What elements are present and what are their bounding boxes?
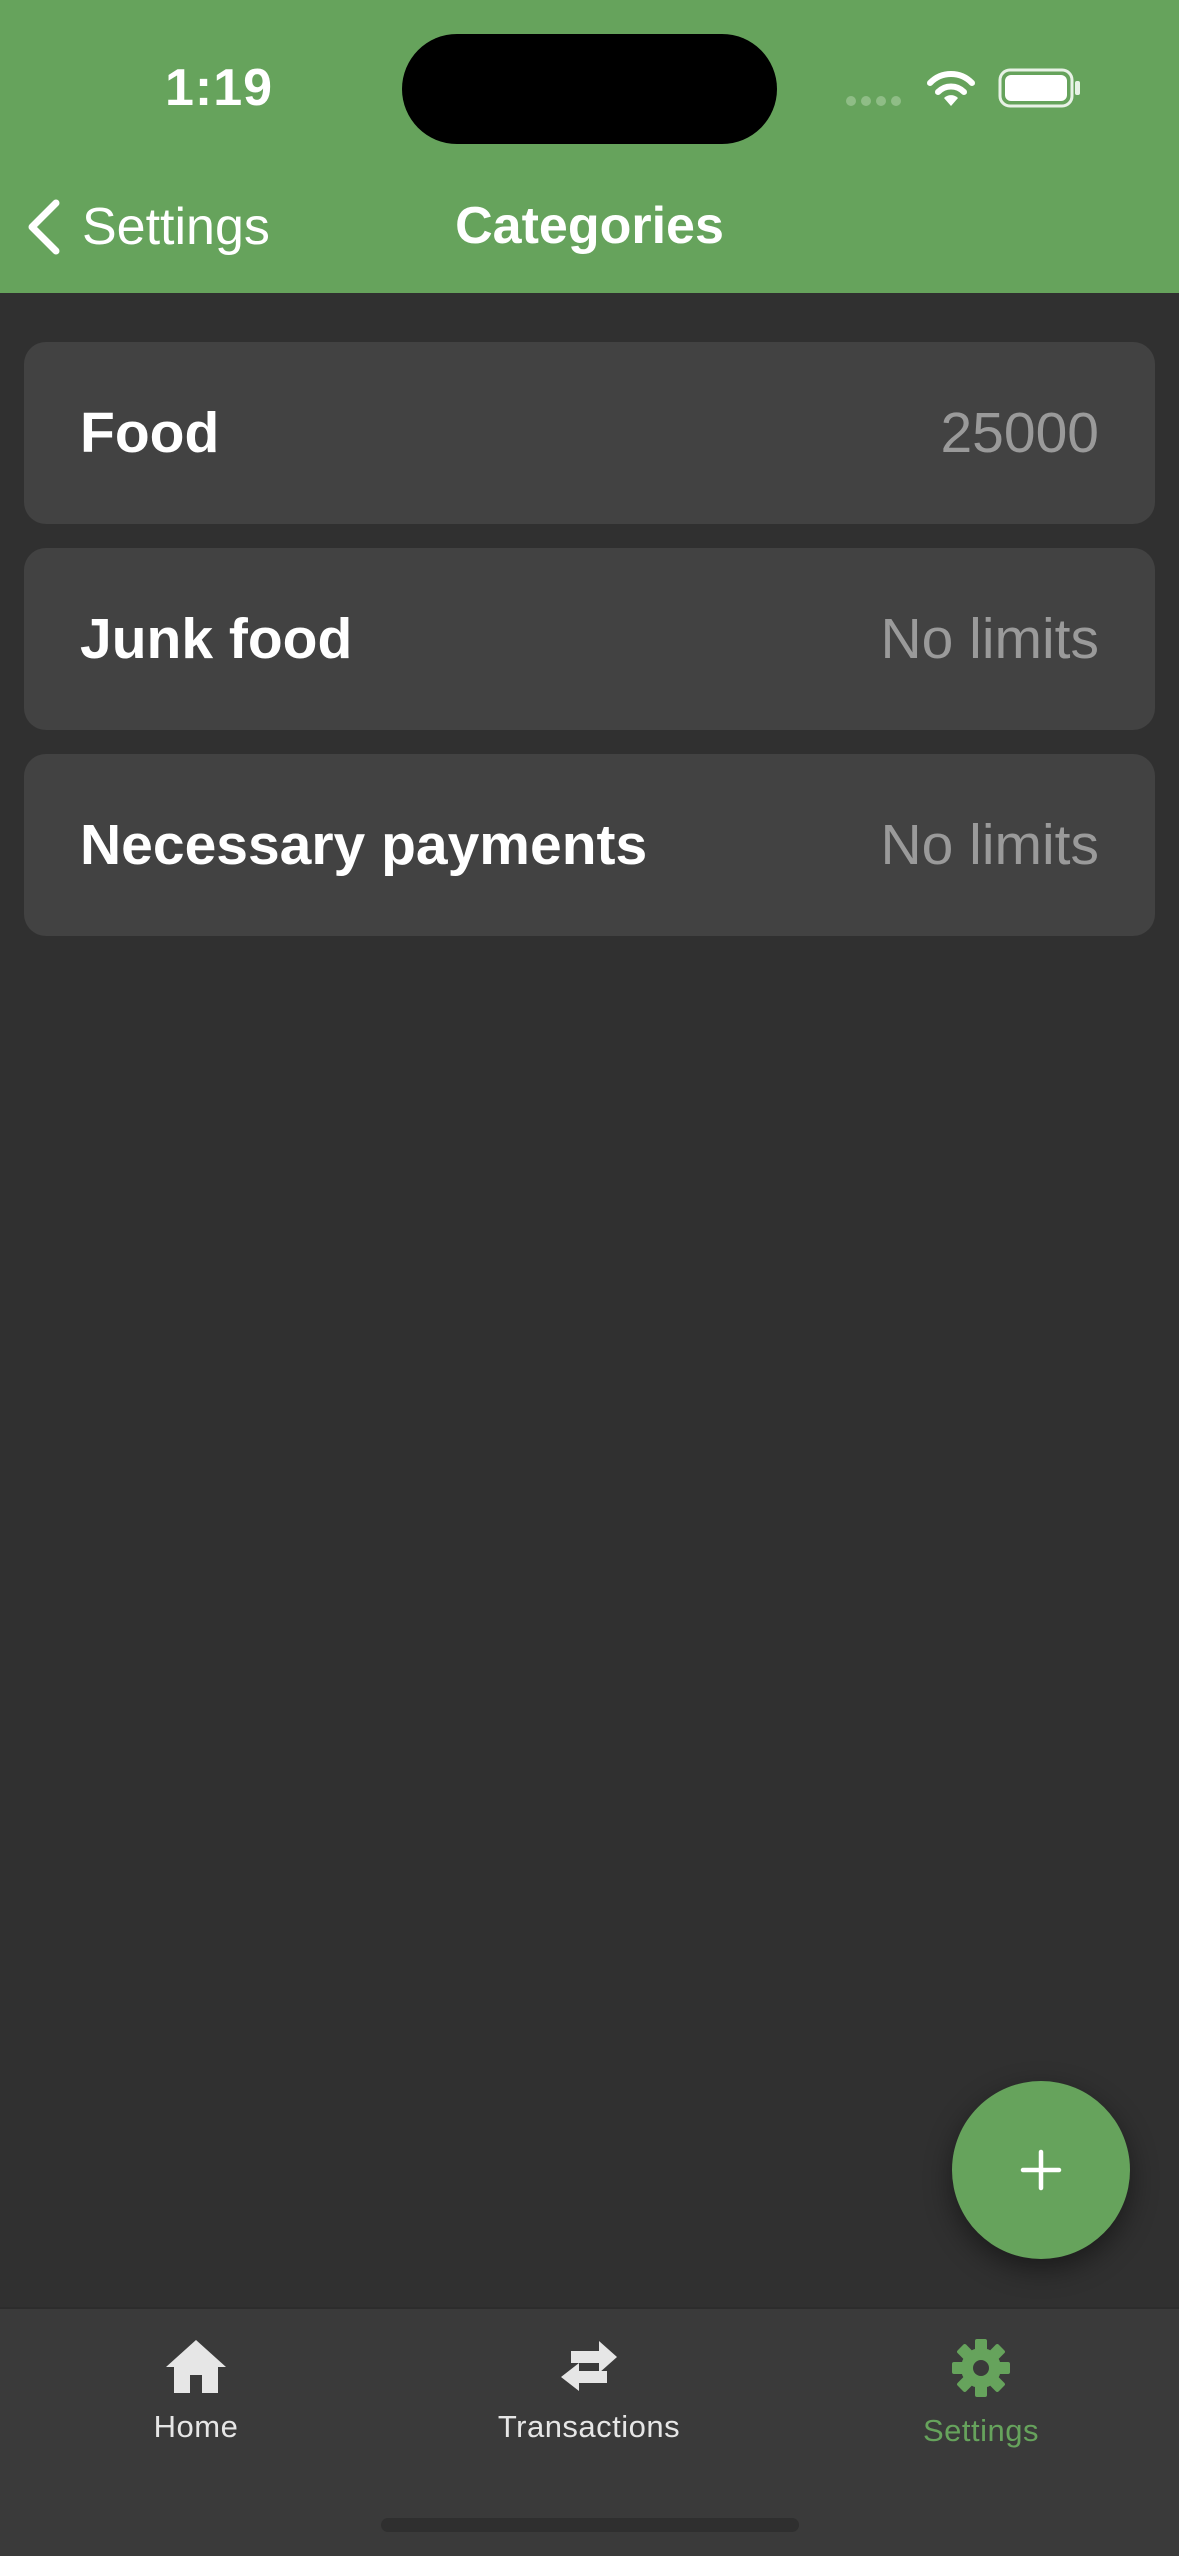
tab-settings[interactable]: Settings	[831, 2337, 1131, 2449]
category-limit: 25000	[940, 401, 1099, 465]
tab-label: Home	[153, 2409, 239, 2444]
gear-icon	[952, 2339, 1010, 2397]
tab-label: Transactions	[497, 2409, 681, 2444]
category-row[interactable]: Necessary payments No limits	[24, 754, 1155, 936]
category-row[interactable]: Food 25000	[24, 342, 1155, 524]
wifi-icon	[927, 71, 975, 106]
category-name: Junk food	[80, 607, 353, 671]
category-limit: No limits	[880, 607, 1099, 671]
home-indicator	[381, 2518, 799, 2532]
transfer-icon	[561, 2341, 617, 2391]
plus-icon	[1020, 2149, 1062, 2191]
tab-home[interactable]: Home	[46, 2337, 346, 2445]
battery-icon	[998, 68, 1080, 108]
header: 1:19 Settings Categories	[0, 0, 1179, 293]
page-title: Categories	[455, 197, 724, 255]
cellular-signal-icon	[846, 96, 901, 106]
category-name: Food	[80, 401, 220, 465]
home-icon	[166, 2340, 226, 2393]
screen: 1:19 Settings Categories Food 25000 Junk…	[0, 0, 1179, 2556]
category-limit: No limits	[880, 813, 1099, 877]
add-category-button[interactable]	[952, 2081, 1130, 2259]
status-time: 1:19	[165, 59, 274, 117]
dynamic-island	[402, 34, 777, 144]
category-list: Food 25000 Junk food No limits Necessary…	[24, 342, 1155, 960]
category-name: Necessary payments	[80, 813, 648, 877]
tab-transactions[interactable]: Transactions	[439, 2337, 739, 2445]
category-row[interactable]: Junk food No limits	[24, 548, 1155, 730]
tab-label: Settings	[922, 2413, 1039, 2448]
